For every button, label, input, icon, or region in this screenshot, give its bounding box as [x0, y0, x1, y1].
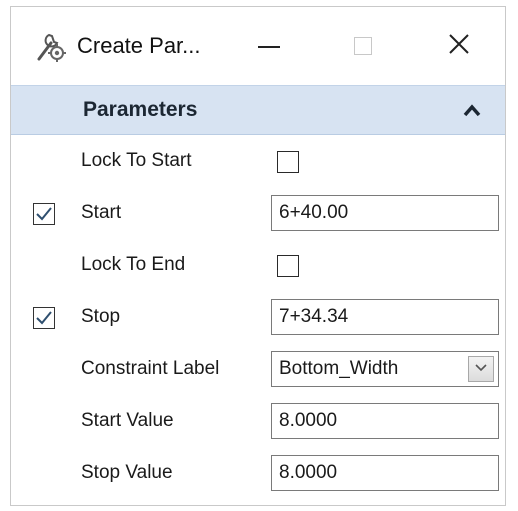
- constraint-label-label: Constraint Label: [81, 358, 220, 379]
- row-lock-to-end: Lock To End: [11, 241, 505, 293]
- lock-to-end-label: Lock To End: [81, 254, 186, 275]
- maximize-icon: [354, 37, 372, 55]
- start-value-input[interactable]: 8.0000: [271, 403, 499, 439]
- stop-label: Stop: [81, 306, 121, 327]
- wrench-gear-icon: [33, 29, 67, 63]
- lock-to-start-label: Lock To Start: [81, 150, 192, 171]
- lock-to-start-checkbox[interactable]: [277, 151, 299, 173]
- minimize-icon: [258, 46, 280, 48]
- start-value-label: Start Value: [81, 410, 174, 431]
- constraint-label-value: Bottom_Width: [279, 358, 399, 379]
- maximize-button[interactable]: [333, 21, 393, 71]
- row-stop-value: Stop Value 8.0000: [11, 449, 505, 501]
- close-icon: [448, 33, 470, 60]
- start-label: Start: [81, 202, 122, 223]
- close-button[interactable]: [429, 21, 489, 71]
- stop-value-label: Stop Value: [81, 462, 173, 483]
- row-stop: Stop 7+34.34: [11, 293, 505, 345]
- constraint-label-select[interactable]: Bottom_Width: [271, 351, 499, 387]
- chevron-down-icon: [474, 360, 488, 378]
- row-start-value: Start Value 8.0000: [11, 397, 505, 449]
- row-lock-to-start: Lock To Start: [11, 137, 505, 189]
- row-start: Start 6+40.00: [11, 189, 505, 241]
- lock-to-end-checkbox[interactable]: [277, 255, 299, 277]
- stop-input[interactable]: 7+34.34: [271, 299, 499, 335]
- row-constraint-label: Constraint Label Bottom_Width: [11, 345, 505, 397]
- parameters-section-header[interactable]: Parameters: [11, 85, 505, 135]
- stop-enable-checkbox[interactable]: [33, 307, 55, 329]
- chevron-up-icon[interactable]: [459, 98, 485, 124]
- stop-value-input[interactable]: 8.0000: [271, 455, 499, 491]
- create-parametric-window: Create Par... Parameters Lock To Start S…: [10, 6, 506, 506]
- start-input[interactable]: 6+40.00: [271, 195, 499, 231]
- minimize-button[interactable]: [239, 21, 299, 71]
- section-title: Parameters: [83, 98, 198, 121]
- title-bar[interactable]: Create Par...: [11, 7, 505, 85]
- dropdown-button[interactable]: [468, 356, 494, 382]
- start-enable-checkbox[interactable]: [33, 203, 55, 225]
- window-title: Create Par...: [77, 33, 201, 58]
